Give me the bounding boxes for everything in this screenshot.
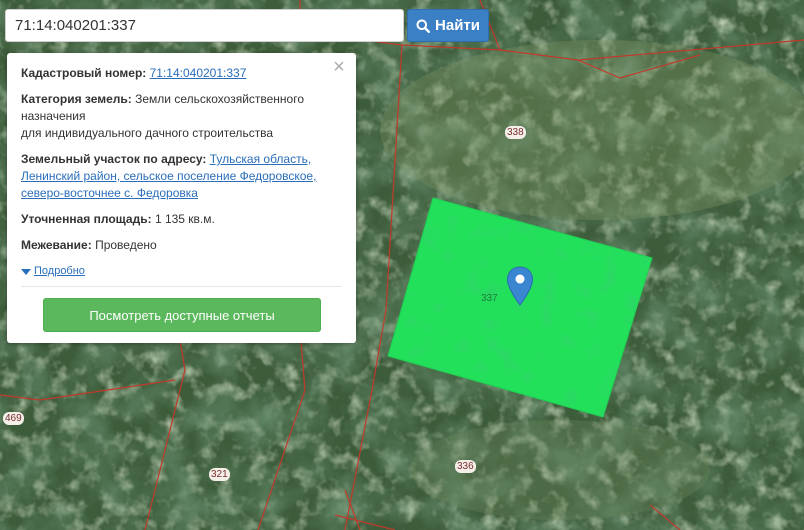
area-value: 1 135 кв.м. bbox=[154, 212, 215, 226]
land-category-label: Категория земель: bbox=[21, 92, 132, 106]
address-row: Земельный участок по адресу: Тульская об… bbox=[21, 151, 331, 202]
search-icon bbox=[416, 19, 431, 33]
survey-row: Межевание: Проведено bbox=[21, 237, 342, 254]
parcel-label[interactable]: 469 bbox=[3, 412, 24, 425]
search-bar: Найти bbox=[5, 9, 489, 42]
cadastral-number-link[interactable]: 71:14:040201:337 bbox=[150, 66, 247, 80]
parcel-label[interactable]: 338 bbox=[505, 126, 526, 139]
parcel-label-selected[interactable]: 337 bbox=[481, 293, 498, 304]
chevron-down-icon bbox=[21, 268, 31, 275]
details-link[interactable]: Подробно bbox=[34, 263, 85, 280]
cadastral-search-input[interactable] bbox=[5, 9, 404, 42]
cadastral-number-row: Кадастровый номер: 71:14:040201:337 bbox=[21, 65, 342, 82]
parcel-label[interactable]: 321 bbox=[209, 468, 230, 481]
parcel-info-popup: × Кадастровый номер: 71:14:040201:337 Ка… bbox=[7, 53, 356, 343]
details-toggle[interactable]: Подробно bbox=[21, 263, 342, 280]
search-button[interactable]: Найти bbox=[407, 9, 489, 42]
search-button-label: Найти bbox=[435, 17, 480, 34]
map-clearing bbox=[380, 40, 804, 220]
cadastral-number-label: Кадастровый номер: bbox=[21, 66, 147, 80]
view-reports-label: Посмотреть доступные отчеты bbox=[89, 307, 275, 323]
area-label: Уточненная площадь: bbox=[21, 212, 152, 226]
land-category-row: Категория земель: Земли сельскохозяйстве… bbox=[21, 91, 321, 142]
close-icon[interactable]: × bbox=[331, 57, 347, 77]
divider bbox=[21, 286, 342, 287]
location-marker-icon[interactable] bbox=[506, 266, 534, 306]
parcel-label[interactable]: 336 bbox=[455, 460, 476, 473]
survey-value: Проведено bbox=[95, 238, 157, 252]
address-label: Земельный участок по адресу: bbox=[21, 152, 207, 166]
area-row: Уточненная площадь: 1 135 кв.м. bbox=[21, 211, 342, 228]
land-category-value-2: для индивидуального дачного строительств… bbox=[21, 126, 274, 140]
survey-label: Межевание: bbox=[21, 238, 92, 252]
view-reports-button[interactable]: Посмотреть доступные отчеты bbox=[43, 298, 321, 332]
